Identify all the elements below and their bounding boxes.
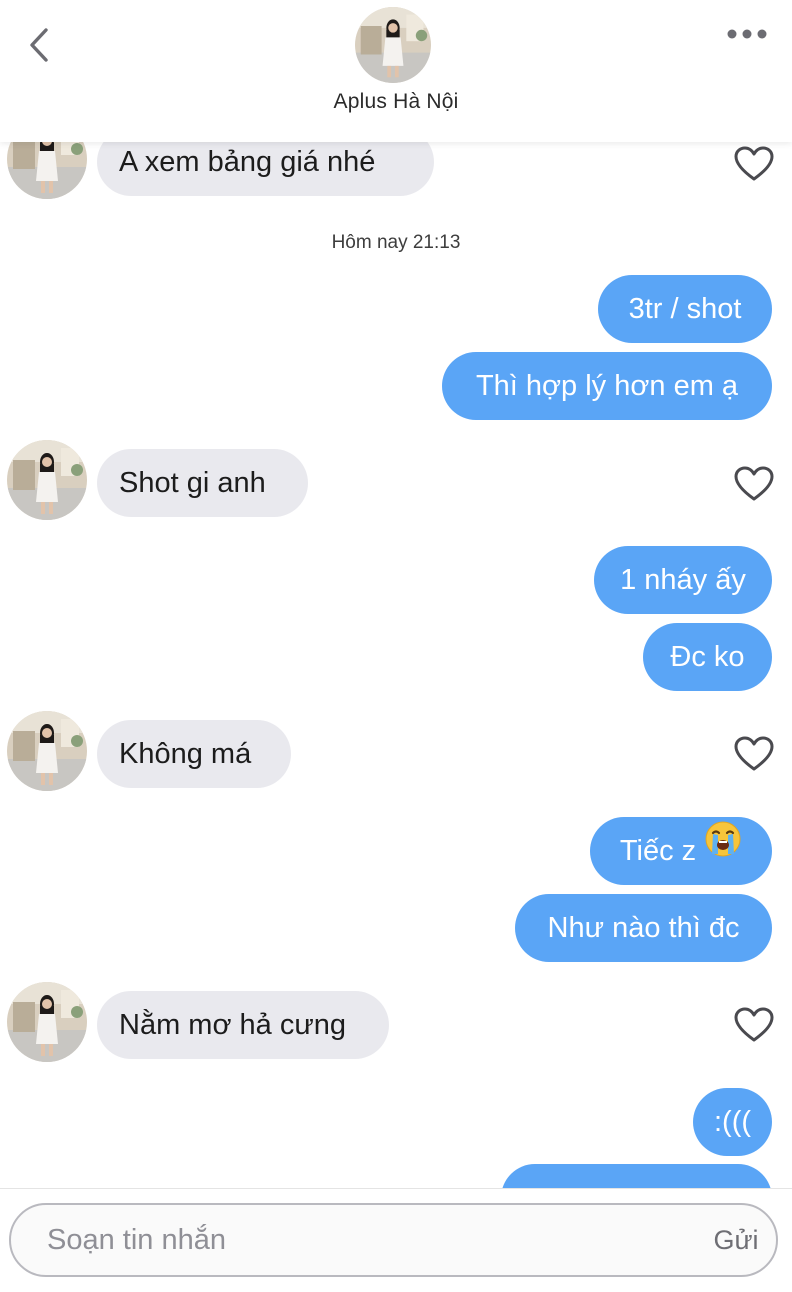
heart-icon[interactable] — [734, 146, 774, 182]
outgoing-message[interactable]: Như nào thì đc — [515, 894, 772, 962]
message-input[interactable] — [47, 1205, 667, 1275]
contact-avatar[interactable] — [7, 440, 87, 520]
incoming-message[interactable]: Shot gi anh — [97, 449, 308, 517]
composer-bar: Gửi — [0, 1188, 792, 1292]
message-text: 3tr / shot — [628, 293, 742, 325]
more-dots-icon — [727, 29, 767, 39]
more-options-button[interactable] — [722, 22, 772, 46]
contact-name[interactable]: Aplus Hà Nội — [0, 90, 792, 114]
incoming-message[interactable]: Nằm mơ hả cưng — [97, 991, 389, 1059]
send-button[interactable]: Gửi — [701, 1205, 771, 1275]
heart-icon[interactable] — [734, 736, 774, 772]
outgoing-message[interactable]: Tiếc z — [590, 817, 772, 885]
loudly-crying-face-icon — [704, 815, 742, 883]
back-button[interactable] — [22, 24, 58, 68]
contact-avatar[interactable] — [7, 982, 87, 1062]
message-text: 1 nháy ấy — [620, 564, 746, 596]
incoming-message[interactable]: Không má — [97, 720, 291, 788]
message-text: A xem bảng giá nhé — [119, 146, 376, 178]
outgoing-message[interactable]: :((( — [693, 1088, 772, 1156]
outgoing-message[interactable]: 3tr / shot — [598, 275, 772, 343]
message-text: Không má — [119, 738, 252, 770]
outgoing-message[interactable]: Đc ko — [643, 623, 772, 691]
message-text: Thì hợp lý hơn em ạ — [475, 370, 739, 402]
heart-icon[interactable] — [734, 1007, 774, 1043]
contact-avatar-header[interactable] — [355, 7, 431, 83]
date-separator: Hôm nay 21:13 — [331, 232, 461, 253]
conversation: A xem bảng giá nhé Hôm nay 21:13 3tr / s… — [0, 0, 792, 1190]
outgoing-message[interactable]: Thì hợp lý hơn em ạ — [442, 352, 772, 420]
chat-header: Aplus Hà Nội — [0, 0, 792, 142]
outgoing-message[interactable]: 1 nháy ấy — [594, 546, 772, 614]
chevron-left-icon — [30, 28, 48, 62]
message-text: Đc ko — [670, 641, 745, 673]
message-composer: Gửi — [9, 1203, 778, 1277]
outgoing-message-partial — [501, 1164, 772, 1190]
message-text: Như nào thì đc — [547, 912, 740, 944]
message-text: Shot gi anh — [119, 467, 266, 499]
heart-icon[interactable] — [734, 466, 774, 502]
message-text: :((( — [713, 1106, 752, 1138]
message-text: Tiếc z — [619, 835, 697, 867]
message-text: Nằm mơ hả cưng — [119, 1009, 347, 1041]
contact-avatar[interactable] — [7, 711, 87, 791]
